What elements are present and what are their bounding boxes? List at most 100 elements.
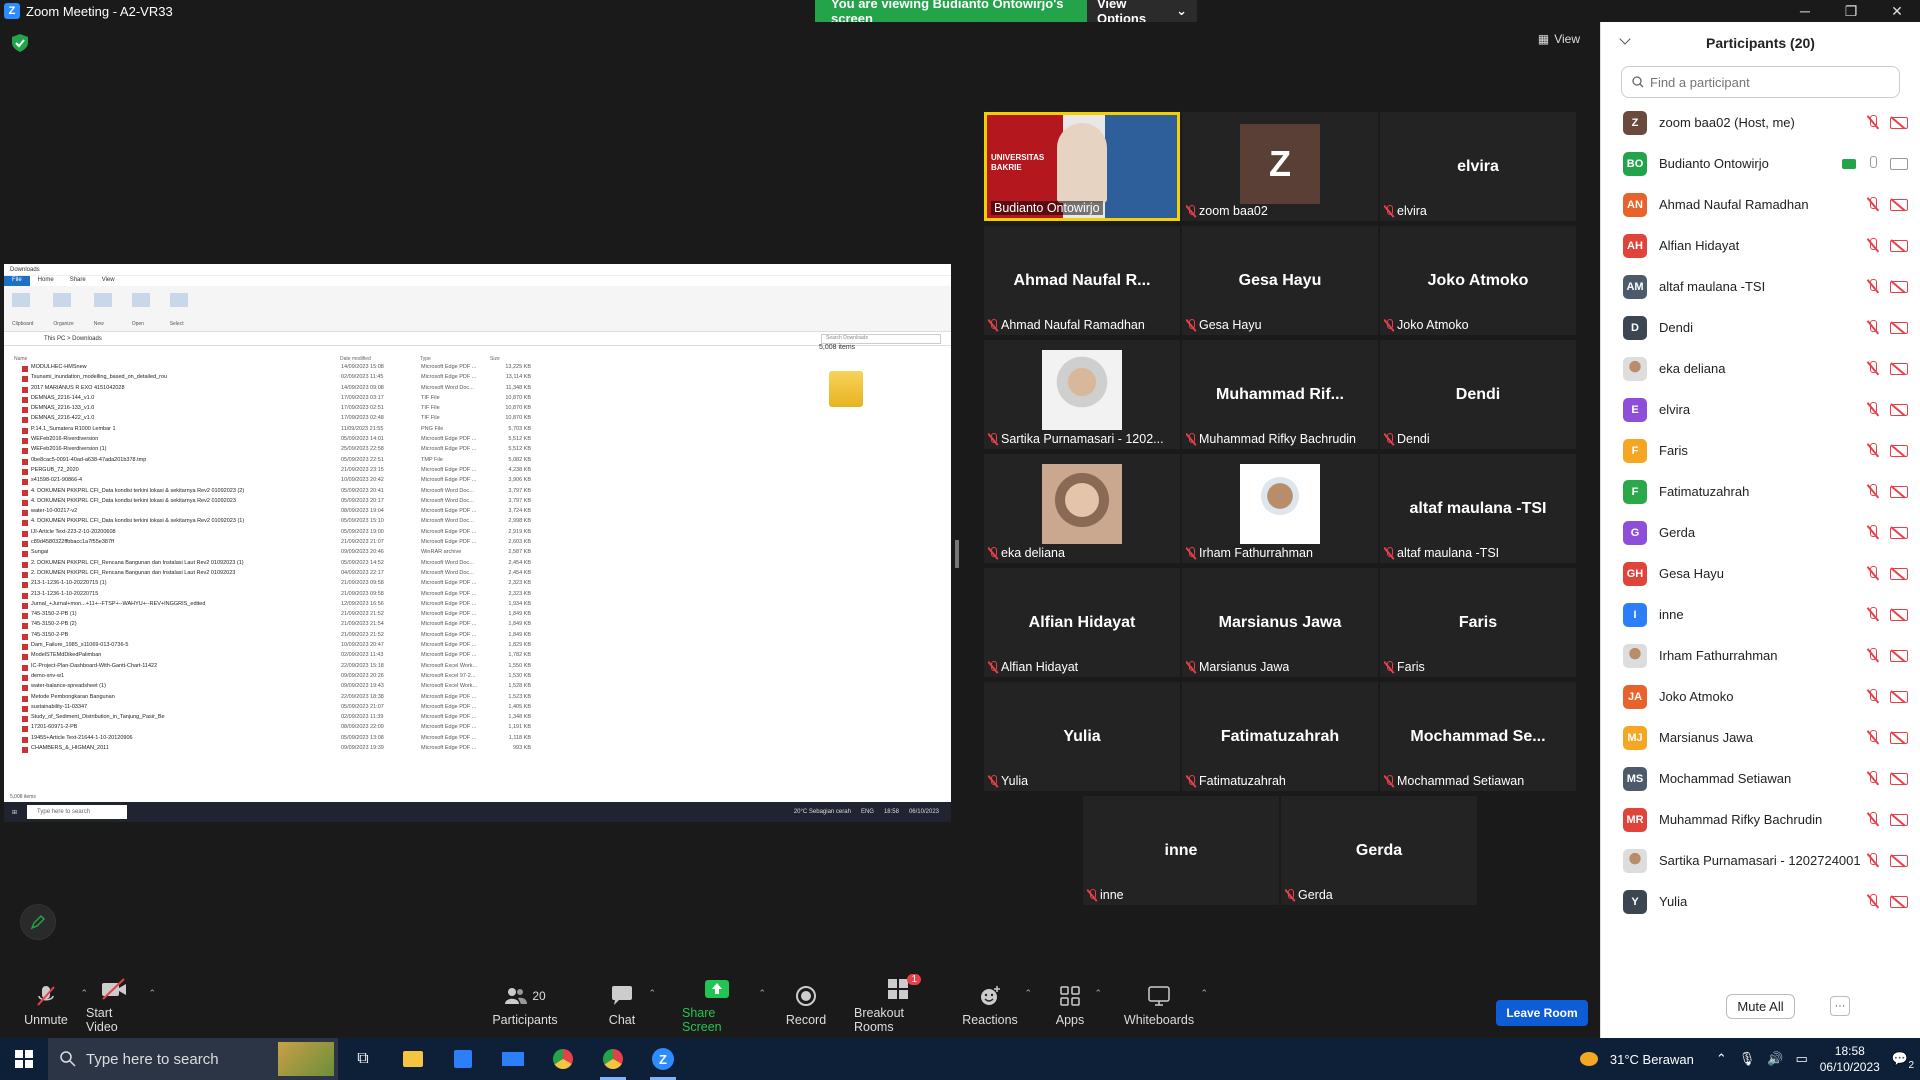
participant-row[interactable]: JA Joko Atmoko xyxy=(1601,676,1920,717)
unmute-button[interactable]: Unmute ⌃ xyxy=(18,972,88,1038)
video-off-icon[interactable] xyxy=(1890,813,1908,826)
chevron-up-icon[interactable]: ⌃ xyxy=(1200,988,1208,999)
mic-muted-icon[interactable] xyxy=(1866,853,1880,868)
share-screen-button[interactable]: Share Screen ⌃ xyxy=(682,972,766,1038)
video-off-icon[interactable] xyxy=(1890,239,1908,252)
participant-tile[interactable]: Sartika Purnamasari - 1202... xyxy=(984,340,1180,449)
participant-row[interactable]: AM altaf maulana -TSI xyxy=(1601,266,1920,307)
mic-muted-icon[interactable] xyxy=(1866,771,1880,786)
video-off-icon[interactable] xyxy=(1890,321,1908,334)
maximize-button[interactable]: ❐ xyxy=(1828,0,1874,22)
mic-muted-icon[interactable] xyxy=(1866,812,1880,827)
participant-row[interactable]: AN Ahmad Naufal Ramadhan xyxy=(1601,184,1920,225)
participant-row[interactable]: Zzoom baa02 (Host, me) xyxy=(1601,102,1920,143)
video-off-icon[interactable] xyxy=(1890,772,1908,785)
mic-muted-icon[interactable] xyxy=(1866,730,1880,745)
speaker-icon[interactable]: 🔊 xyxy=(1767,1051,1783,1067)
participant-tile[interactable]: Gesa Hayu Gesa Hayu xyxy=(1182,226,1378,335)
participant-row[interactable]: BO Budianto Ontowirjo xyxy=(1601,143,1920,184)
taskbar-search[interactable]: Type here to search xyxy=(48,1038,338,1080)
mic-icon[interactable]: 🎙 xyxy=(1739,1051,1756,1067)
video-off-icon[interactable] xyxy=(1890,567,1908,580)
participant-row[interactable]: GH Gesa Hayu xyxy=(1601,553,1920,594)
video-off-icon[interactable] xyxy=(1890,362,1908,375)
participant-tile[interactable]: Gerda Gerda xyxy=(1281,796,1477,905)
video-off-icon[interactable] xyxy=(1890,403,1908,416)
weather-text[interactable]: 31°C Berawan xyxy=(1610,1052,1694,1067)
video-off-icon[interactable] xyxy=(1890,895,1908,908)
zoom-app[interactable]: Z xyxy=(638,1038,688,1080)
network-icon[interactable]: ▭ xyxy=(1795,1051,1807,1067)
participant-tile[interactable]: UNIVERSITAS BAKRIE Budianto Ontowirjo xyxy=(984,112,1180,221)
mic-muted-icon[interactable] xyxy=(1866,402,1880,417)
file-explorer-app[interactable] xyxy=(388,1038,438,1080)
mic-muted-icon[interactable] xyxy=(1866,115,1880,130)
chevron-up-icon[interactable]: ⌃ xyxy=(648,988,656,999)
mic-muted-icon[interactable] xyxy=(1866,238,1880,253)
participant-row[interactable]: MJ Marsianus Jawa xyxy=(1601,717,1920,758)
store-app[interactable] xyxy=(438,1038,488,1080)
participant-tile[interactable]: Alfian Hidayat Alfian Hidayat xyxy=(984,568,1180,677)
participant-row[interactable]: Sartika Purnamasari - 1202724001 xyxy=(1601,840,1920,881)
whiteboards-button[interactable]: Whiteboards ⌃ xyxy=(1124,972,1208,1038)
find-participant-field[interactable] xyxy=(1621,66,1900,98)
minimize-button[interactable]: ─ xyxy=(1782,0,1828,22)
chevron-up-icon[interactable]: ⌃ xyxy=(1024,988,1032,999)
mic-icon[interactable] xyxy=(1866,156,1880,171)
video-off-icon[interactable] xyxy=(1890,526,1908,539)
participant-row[interactable]: Iinne xyxy=(1601,594,1920,635)
chat-button[interactable]: Chat ⌃ xyxy=(602,972,656,1038)
close-button[interactable]: ✕ xyxy=(1874,0,1920,22)
chevron-up-icon[interactable]: ⌃ xyxy=(148,988,156,999)
participant-tile[interactable]: Joko Atmoko Joko Atmoko xyxy=(1380,226,1576,335)
participant-row[interactable]: MS Mochammad Setiawan xyxy=(1601,758,1920,799)
mic-muted-icon[interactable] xyxy=(1866,320,1880,335)
video-off-icon[interactable] xyxy=(1890,690,1908,703)
task-view-button[interactable]: ⧉ xyxy=(338,1038,388,1080)
video-off-icon[interactable] xyxy=(1890,198,1908,211)
mic-muted-icon[interactable] xyxy=(1866,607,1880,622)
chrome-profile-app[interactable] xyxy=(588,1038,638,1080)
mic-muted-icon[interactable] xyxy=(1866,689,1880,704)
video-off-icon[interactable] xyxy=(1890,731,1908,744)
participant-row[interactable]: F Faris xyxy=(1601,430,1920,471)
participant-tile[interactable]: altaf maulana -TSI altaf maulana -TSI xyxy=(1380,454,1576,563)
video-off-icon[interactable] xyxy=(1890,444,1908,457)
participant-tile[interactable]: Faris Faris xyxy=(1380,568,1576,677)
mail-app[interactable] xyxy=(488,1038,538,1080)
mic-muted-icon[interactable] xyxy=(1866,525,1880,540)
record-button[interactable]: Record xyxy=(786,972,826,1038)
video-off-icon[interactable] xyxy=(1890,280,1908,293)
view-button[interactable]: ▦ View xyxy=(1538,32,1580,46)
video-off-icon[interactable] xyxy=(1890,608,1908,621)
participant-row[interactable]: Y Yulia xyxy=(1601,881,1920,922)
participant-row[interactable]: eka deliana xyxy=(1601,348,1920,389)
participant-tile[interactable]: Mochammad Se... Mochammad Setiawan xyxy=(1380,682,1576,791)
participant-tile[interactable]: Yulia Yulia xyxy=(984,682,1180,791)
start-video-button[interactable]: Start Video ⌃ xyxy=(86,972,156,1038)
participant-tile[interactable]: elvira elvira xyxy=(1380,112,1576,221)
splitter-handle[interactable] xyxy=(955,540,959,568)
mic-muted-icon[interactable] xyxy=(1866,566,1880,581)
video-off-icon[interactable] xyxy=(1890,854,1908,867)
mic-muted-icon[interactable] xyxy=(1866,361,1880,376)
participant-row[interactable]: G Gerda xyxy=(1601,512,1920,553)
chevron-up-icon[interactable]: ⌃ xyxy=(1094,988,1102,999)
mic-muted-icon[interactable] xyxy=(1866,484,1880,499)
notification-icon[interactable]: 💬 2 xyxy=(1892,1051,1914,1071)
participant-tile[interactable]: Ahmad Naufal R... Ahmad Naufal Ramadhan xyxy=(984,226,1180,335)
participant-row[interactable]: D Dendi xyxy=(1601,307,1920,348)
participant-tile[interactable]: Fatimatuzahrah Fatimatuzahrah xyxy=(1182,682,1378,791)
participants-button[interactable]: 20 Participants xyxy=(490,972,560,1038)
participant-tile[interactable]: Dendi Dendi xyxy=(1380,340,1576,449)
reactions-button[interactable]: Reactions ⌃ xyxy=(962,972,1032,1038)
video-icon[interactable] xyxy=(1890,157,1908,170)
participant-row[interactable]: Irham Fathurrahman xyxy=(1601,635,1920,676)
participant-row[interactable]: Eelvira xyxy=(1601,389,1920,430)
breakout-rooms-button[interactable]: 1 Breakout Rooms xyxy=(854,972,944,1038)
chevron-up-icon[interactable]: ⌃ xyxy=(1716,1051,1727,1067)
participant-tile[interactable]: Z zoom baa02 xyxy=(1182,112,1378,221)
participant-row[interactable]: F Fatimatuzahrah xyxy=(1601,471,1920,512)
video-off-icon[interactable] xyxy=(1890,116,1908,129)
participant-tile[interactable]: inne inne xyxy=(1083,796,1279,905)
